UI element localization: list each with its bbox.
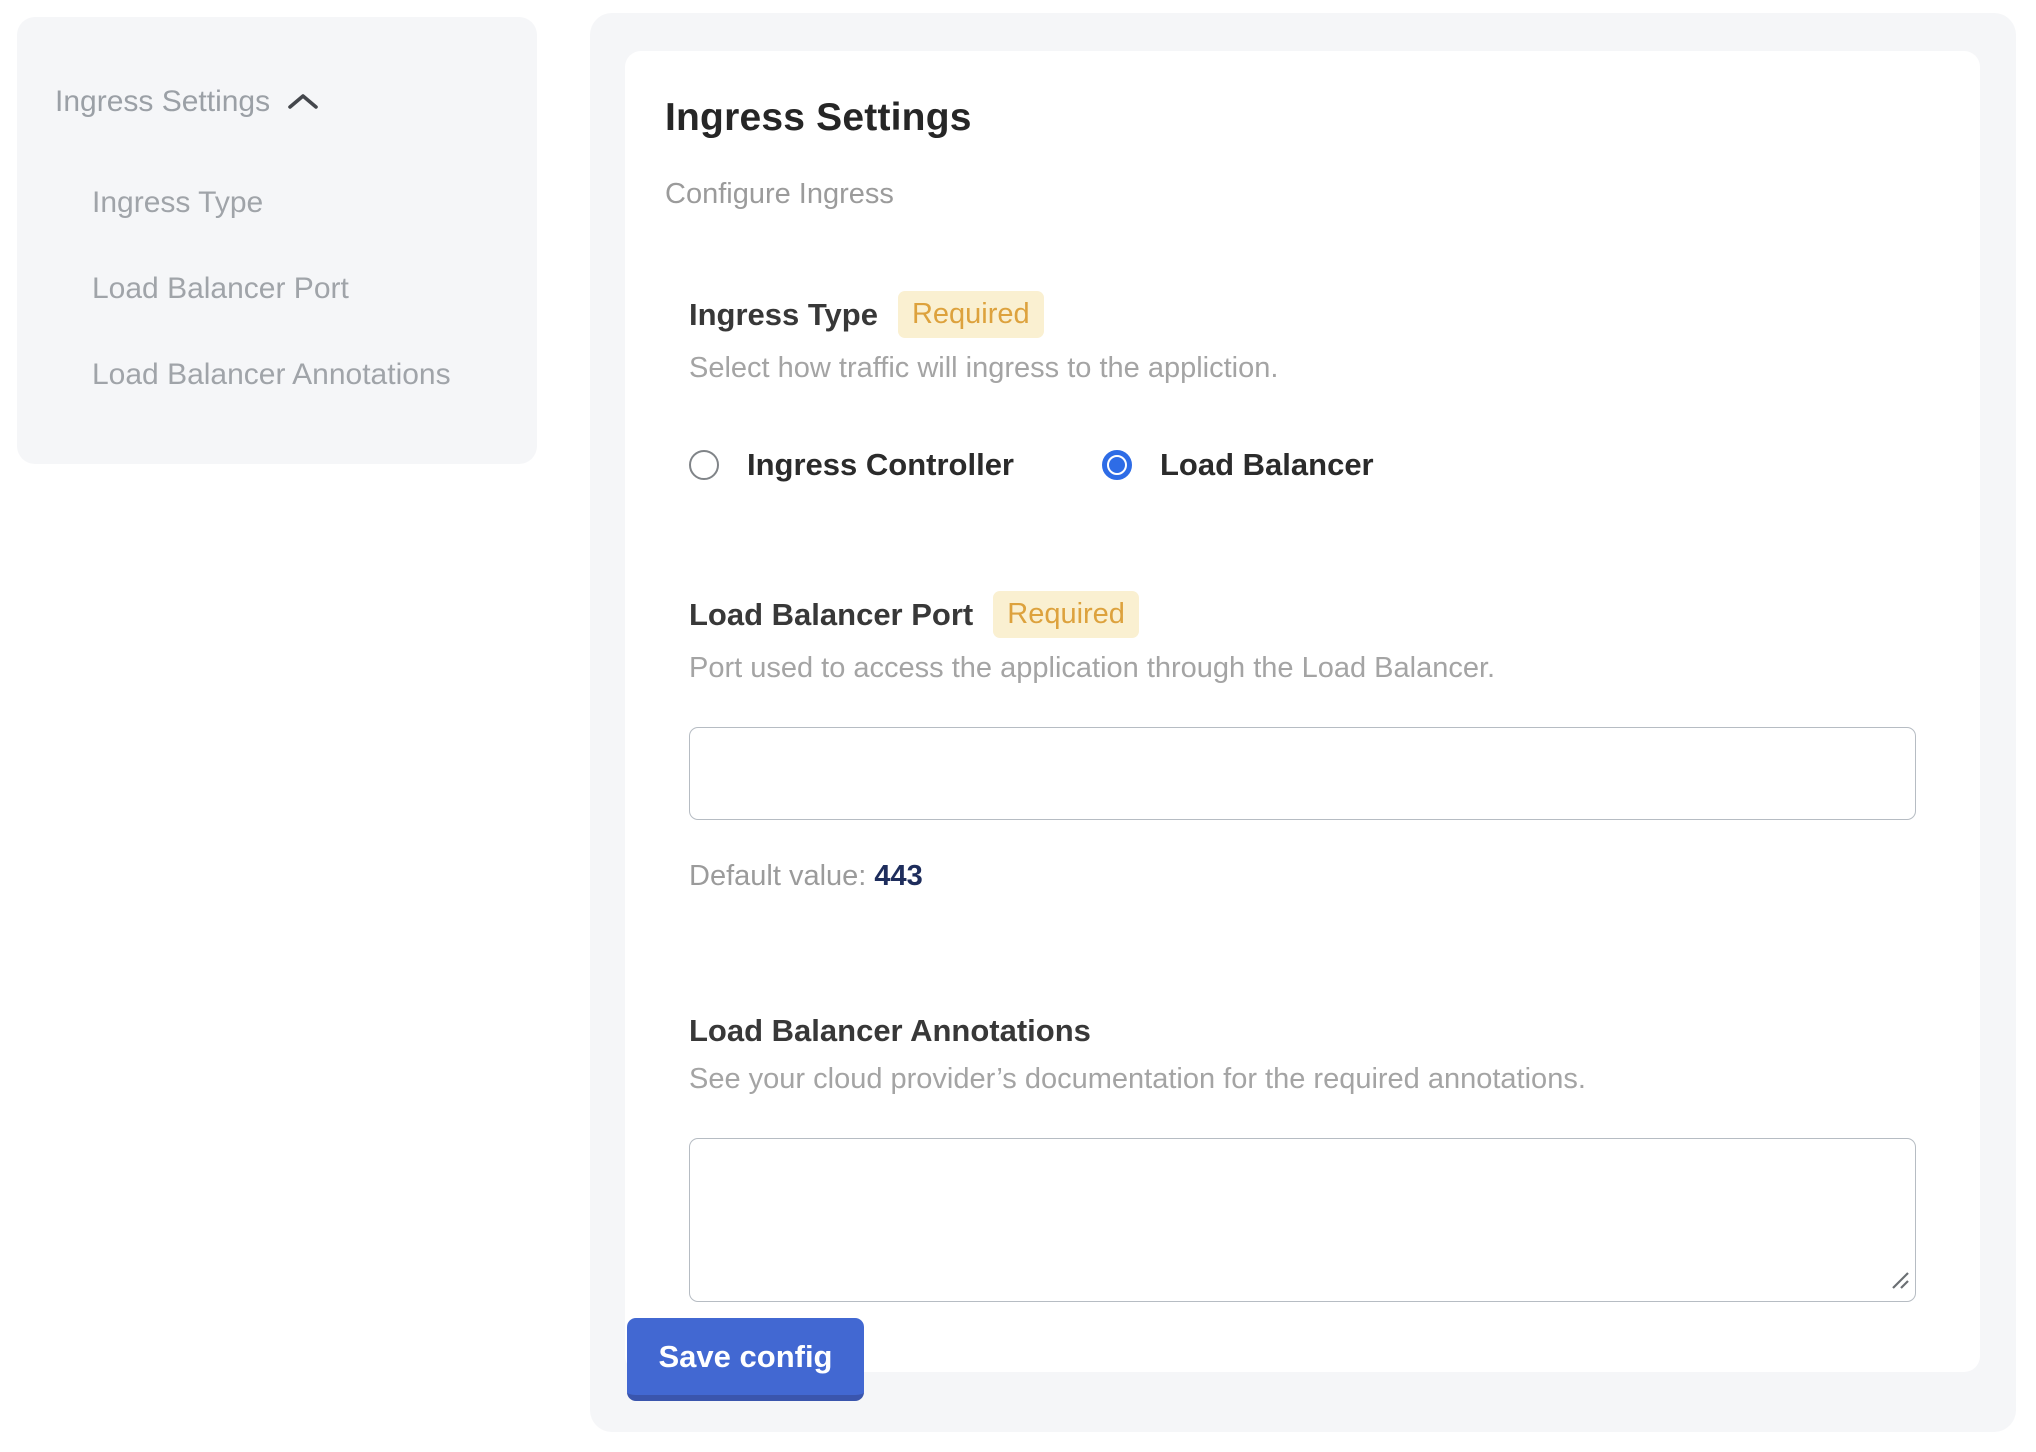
sidebar-item-list: Ingress Type Load Balancer Port Load Bal… <box>92 174 492 404</box>
sidebar-section-ingress-settings[interactable]: Ingress Settings <box>55 85 492 119</box>
radio-load-balancer[interactable]: Load Balancer <box>1102 447 1374 483</box>
sidebar-item-load-balancer-port[interactable]: Load Balancer Port <box>92 260 482 318</box>
default-value-line: Default value:443 <box>689 860 1916 893</box>
load-balancer-port-input[interactable] <box>689 727 1916 820</box>
section-load-balancer-port: Load Balancer Port Required Port used to… <box>689 591 1940 893</box>
sidebar-item-load-balancer-annotations[interactable]: Load Balancer Annotations <box>92 346 482 404</box>
ingress-type-label: Ingress Type <box>689 297 878 333</box>
required-badge: Required <box>993 591 1139 638</box>
radio-load-balancer-label: Load Balancer <box>1160 447 1374 483</box>
page-subtitle: Configure Ingress <box>665 178 1940 211</box>
page-title: Ingress Settings <box>665 96 1940 140</box>
default-value-label: Default value: <box>689 860 866 892</box>
lb-port-description: Port used to access the application thro… <box>689 652 1916 685</box>
resize-handle-icon[interactable] <box>1889 1269 1911 1296</box>
ingress-type-description: Select how traffic will ingress to the a… <box>689 352 1916 385</box>
sidebar-section-label: Ingress Settings <box>55 85 270 119</box>
section-load-balancer-annotations: Load Balancer Annotations See your cloud… <box>689 1013 1940 1302</box>
save-config-button[interactable]: Save config <box>627 1318 864 1401</box>
radio-ingress-controller[interactable]: Ingress Controller <box>689 447 1014 483</box>
required-badge: Required <box>898 291 1044 338</box>
lb-annotations-label: Load Balancer Annotations <box>689 1013 1091 1049</box>
sidebar-item-ingress-type[interactable]: Ingress Type <box>92 174 482 232</box>
lb-annotations-textarea-wrap <box>689 1138 1916 1302</box>
ingress-settings-card: Ingress Settings Configure Ingress Ingre… <box>625 51 1980 1372</box>
ingress-settings-panel: Ingress Settings Configure Ingress Ingre… <box>590 13 2016 1432</box>
radio-unselected-icon <box>689 450 719 480</box>
lb-port-label: Load Balancer Port <box>689 597 973 633</box>
radio-ingress-controller-label: Ingress Controller <box>747 447 1014 483</box>
ingress-type-radio-group: Ingress Controller Load Balancer <box>689 447 1916 483</box>
radio-selected-icon <box>1102 450 1132 480</box>
lb-annotations-description: See your cloud provider’s documentation … <box>689 1063 1916 1096</box>
section-ingress-type: Ingress Type Required Select how traffic… <box>689 291 1940 483</box>
chevron-up-icon <box>286 91 320 113</box>
default-value-number: 443 <box>874 860 922 892</box>
settings-sidebar: Ingress Settings Ingress Type Load Balan… <box>17 17 537 464</box>
load-balancer-annotations-textarea[interactable] <box>689 1138 1916 1302</box>
